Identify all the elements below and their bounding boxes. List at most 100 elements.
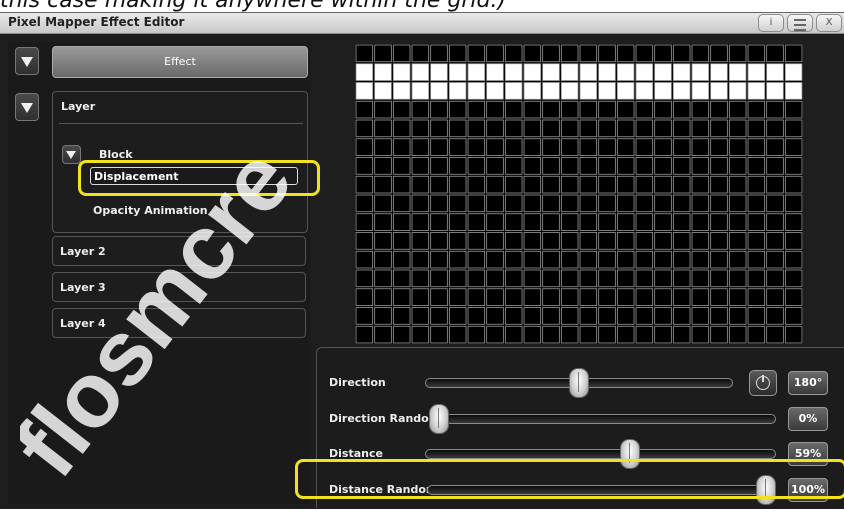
pixel-cell [504, 232, 523, 250]
pixel-cell [579, 288, 598, 306]
pixel-cell [448, 250, 467, 269]
pixel-cell [691, 100, 710, 119]
effect-expander[interactable] [15, 47, 39, 75]
pixel-cell [542, 44, 560, 63]
pixel-cell [523, 269, 542, 288]
pixel-cell-lit [691, 63, 710, 81]
pixel-cell [579, 232, 598, 250]
pixel-cell [486, 307, 504, 325]
effect-button[interactable]: Effect [52, 46, 308, 78]
layer-3-button[interactable]: Layer 3 [52, 272, 306, 302]
pixel-cell [374, 307, 392, 325]
direction-dial-button[interactable] [749, 370, 777, 396]
pixel-cell-lit [355, 82, 374, 100]
layer-2-button[interactable]: Layer 2 [52, 236, 306, 266]
pixel-cell [728, 138, 747, 156]
pixel-cell [560, 194, 579, 213]
pixel-cell [598, 100, 616, 119]
pixel-cell [598, 138, 616, 156]
pixel-cell [616, 119, 635, 138]
pixel-cell [486, 269, 504, 288]
pixel-cell [467, 138, 486, 156]
pixel-cell [579, 307, 598, 325]
pixel-cell [654, 157, 672, 175]
direction-random-value[interactable]: 0% [788, 407, 828, 431]
pixel-cell [710, 288, 728, 306]
pixel-cell [467, 232, 486, 250]
pixel-cell [654, 194, 672, 213]
distance-slider-track[interactable] [425, 449, 776, 459]
pixel-cell [635, 194, 654, 213]
pixel-cell [467, 44, 486, 63]
pixel-cell [710, 325, 728, 344]
direction-random-slider-thumb[interactable] [429, 404, 449, 434]
pixel-cell [504, 44, 523, 63]
pixel-cell [467, 175, 486, 194]
pixel-cell [579, 157, 598, 175]
pixel-cell [579, 138, 598, 156]
pixel-cell [672, 269, 691, 288]
pixel-cell-lit [504, 63, 523, 81]
pixel-cell-lit [430, 63, 448, 81]
menu-button[interactable] [787, 14, 813, 32]
pixel-cell [392, 44, 411, 63]
pixel-cell [579, 175, 598, 194]
layer-label[interactable]: Layer [61, 100, 95, 113]
pixel-cell-lit [542, 63, 560, 81]
pixel-cell [374, 194, 392, 213]
pixel-cell [486, 157, 504, 175]
pixel-cell [579, 119, 598, 138]
close-icon: X [825, 17, 833, 28]
pixel-cell [728, 44, 747, 63]
pixel-cell [448, 175, 467, 194]
pixel-cell [766, 325, 784, 344]
info-button[interactable]: i [758, 14, 784, 32]
layer-expander[interactable] [15, 93, 39, 121]
pixel-cell [486, 100, 504, 119]
pixel-cell [691, 44, 710, 63]
pixel-grid[interactable] [355, 44, 803, 344]
pixel-cell [728, 325, 747, 344]
pixel-cell [616, 157, 635, 175]
pixel-cell [411, 250, 430, 269]
pixel-cell [672, 44, 691, 63]
pixel-cell [616, 100, 635, 119]
direction-slider-thumb[interactable] [569, 368, 589, 398]
pixel-cell [672, 175, 691, 194]
pixel-cell [672, 250, 691, 269]
close-button[interactable]: X [816, 14, 842, 32]
pixel-cell [374, 157, 392, 175]
opacity-animation-item[interactable]: Opacity Animation [93, 204, 208, 217]
pixel-cell [560, 213, 579, 231]
pixel-cell [542, 232, 560, 250]
pixel-cell [411, 175, 430, 194]
pixel-cell [392, 250, 411, 269]
pixel-cell [728, 288, 747, 306]
pixel-cell [560, 100, 579, 119]
direction-value[interactable]: 180° [788, 371, 828, 395]
pixel-cell-lit [747, 63, 766, 81]
pixel-cell [504, 250, 523, 269]
pixel-cell [579, 325, 598, 344]
pixel-cell [598, 175, 616, 194]
pixel-cell [560, 269, 579, 288]
pixel-cell [523, 175, 542, 194]
pixel-cell [766, 157, 784, 175]
pixel-cell [467, 119, 486, 138]
pixel-cell [411, 288, 430, 306]
block-expander[interactable] [62, 145, 81, 164]
pixel-cell [654, 213, 672, 231]
pixel-cell [467, 250, 486, 269]
pixel-cell [598, 194, 616, 213]
layer-4-button[interactable]: Layer 4 [52, 308, 306, 338]
pixel-cell [374, 250, 392, 269]
pixel-cell [486, 288, 504, 306]
direction-random-slider-track[interactable] [429, 414, 776, 424]
pixel-cell-lit [579, 82, 598, 100]
pixel-cell [504, 138, 523, 156]
pixel-cell-lit [784, 82, 803, 100]
pixel-cell [542, 213, 560, 231]
pixel-cell-lit [747, 82, 766, 100]
pixel-cell [598, 119, 616, 138]
pixel-cell [784, 157, 803, 175]
